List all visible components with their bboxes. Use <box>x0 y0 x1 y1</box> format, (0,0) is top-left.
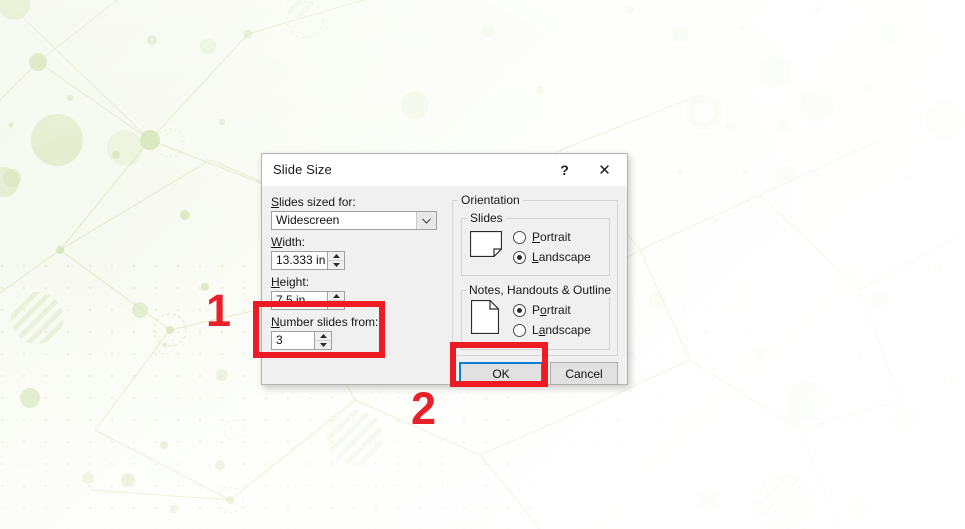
slides-portrait-radio[interactable] <box>513 230 526 244</box>
slides-sized-for-value: Widescreen <box>276 213 340 227</box>
dialog-title: Slide Size <box>273 162 332 177</box>
height-label: Height: <box>271 275 310 289</box>
notes-portrait-radio[interactable] <box>513 303 526 317</box>
slides-portrait-label: Portrait <box>532 230 571 244</box>
slides-landscape-radio[interactable] <box>513 250 526 264</box>
width-label: Width: <box>271 235 306 249</box>
notes-landscape-radio[interactable] <box>513 323 526 337</box>
annotation-box-number-slides <box>253 301 385 358</box>
annotation-number-1: 1 <box>206 285 232 336</box>
dialog-titlebar: Slide Size ? ✕ <box>262 154 627 186</box>
slides-sized-for-combobox[interactable]: Widescreen <box>271 211 437 230</box>
slides-landscape-radio-row[interactable]: Landscape <box>513 250 591 264</box>
annotation-box-ok <box>450 342 548 387</box>
notes-landscape-label: Landscape <box>532 323 591 337</box>
width-stepper[interactable] <box>328 251 345 270</box>
slides-portrait-radio-row[interactable]: Portrait <box>513 230 571 244</box>
cancel-button[interactable]: Cancel <box>550 362 618 385</box>
portrait-page-icon <box>470 299 500 337</box>
slides-sized-for-label: Slides sized for: <box>271 195 356 209</box>
width-value: 13.333 in <box>276 253 326 267</box>
width-stepper-up[interactable] <box>328 252 344 261</box>
slides-landscape-label: Landscape <box>532 250 591 264</box>
notes-portrait-radio-row[interactable]: Portrait <box>513 303 571 317</box>
width-input[interactable]: 13.333 in <box>271 251 328 270</box>
landscape-page-icon <box>469 230 503 260</box>
help-icon[interactable]: ? <box>548 154 581 185</box>
slides-orientation-legend: Slides <box>467 211 506 225</box>
close-icon[interactable]: ✕ <box>588 154 621 185</box>
width-stepper-down[interactable] <box>328 261 344 269</box>
notes-landscape-radio-row[interactable]: Landscape <box>513 323 591 337</box>
notes-portrait-label: Portrait <box>532 303 571 317</box>
height-stepper-up[interactable] <box>328 292 344 301</box>
chevron-down-icon[interactable] <box>416 212 436 229</box>
notes-orientation-legend: Notes, Handouts & Outline <box>466 283 615 297</box>
annotation-number-2: 2 <box>411 383 437 434</box>
orientation-legend: Orientation <box>458 193 523 207</box>
